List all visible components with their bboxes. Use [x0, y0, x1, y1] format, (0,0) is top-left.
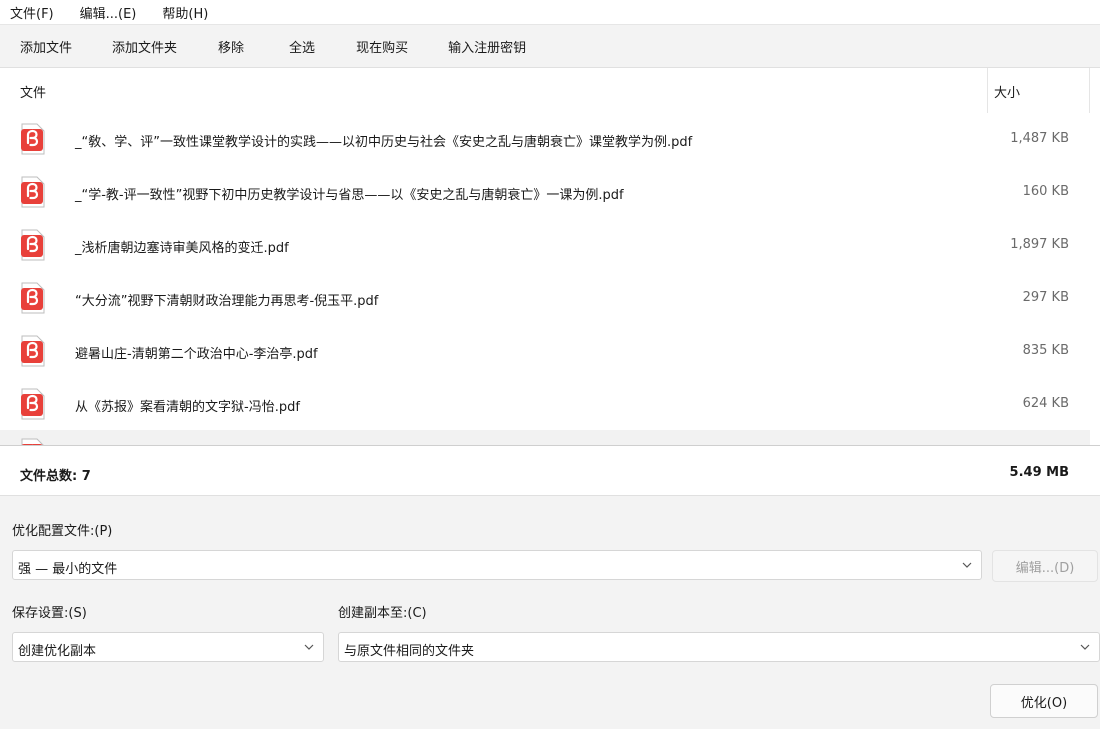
remove-button[interactable]: 移除 [218, 37, 244, 56]
edit-profile-button[interactable]: 编辑...(D) [992, 550, 1098, 582]
file-rows: _“敎、学、评”一致性课堂教学设计的实践——以初中历史与社会《安史之乱与唐朝衰亡… [0, 114, 1090, 432]
chevron-down-icon [1080, 644, 1090, 650]
table-row[interactable]: _浅析唐朝边塞诗审美风格的变迁.pdf 1,897 KB [0, 220, 1090, 273]
profile-label: 优化配置文件:(P) [12, 524, 113, 539]
chevron-down-icon [304, 644, 314, 650]
copy-to-label: 创建副本至:(C) [338, 606, 427, 621]
file-count: 文件总数: 7 [20, 469, 91, 484]
chevron-down-icon [962, 562, 972, 568]
pdf-file-icon [21, 229, 45, 261]
file-size: 160 KB [1022, 184, 1069, 199]
vertical-scrollbar[interactable] [1090, 68, 1100, 446]
menu-bar: 文件(F) 编辑...(E) 帮助(H) [0, 0, 1100, 24]
column-divider[interactable] [987, 68, 988, 113]
table-row[interactable]: 从《苏报》案看清朝的文字狱-冯怡.pdf 624 KB [0, 379, 1090, 432]
copy-to-select[interactable]: 与原文件相同的文件夹 [338, 632, 1100, 662]
partial-row-highlight[interactable] [0, 430, 1090, 446]
profile-select-value: 强 — 最小的文件 [18, 562, 118, 577]
save-settings-value: 创建优化副本 [18, 644, 97, 659]
list-header: 文件 大小 [0, 68, 1090, 113]
file-name: _浅析唐朝边塞诗审美风格的变迁.pdf [75, 241, 289, 256]
file-name: _“敎、学、评”一致性课堂教学设计的实践——以初中历史与社会《安史之乱与唐朝衰亡… [75, 135, 693, 150]
save-settings-label: 保存设置:(S) [12, 606, 87, 621]
optimize-button[interactable]: 优化(O) [990, 684, 1098, 718]
summary-bar: 文件总数: 7 5.49 MB [0, 446, 1100, 496]
copy-to-value: 与原文件相同的文件夹 [344, 644, 475, 659]
table-row[interactable]: _“学-教-评一致性”视野下初中历史教学设计与省思——以《安史之乱与唐朝衰亡》一… [0, 167, 1090, 220]
column-header-size[interactable]: 大小 [994, 82, 1020, 101]
pdf-file-icon [21, 123, 45, 155]
file-size: 835 KB [1022, 343, 1069, 358]
file-name: 从《苏报》案看清朝的文字狱-冯怡.pdf [75, 400, 300, 415]
file-size: 624 KB [1022, 396, 1069, 411]
menu-file[interactable]: 文件(F) [10, 3, 54, 22]
profile-select[interactable]: 强 — 最小的文件 [12, 550, 982, 580]
pdf-file-icon [21, 335, 45, 367]
add-folder-button[interactable]: 添加文件夹 [112, 37, 177, 56]
file-size: 297 KB [1022, 290, 1069, 305]
total-size: 5.49 MB [1009, 465, 1069, 480]
menu-edit[interactable]: 编辑...(E) [80, 3, 137, 22]
file-name: “大分流”视野下清朝财政治理能力再思考-倪玉平.pdf [75, 294, 379, 309]
table-row[interactable]: _“敎、学、评”一致性课堂教学设计的实践——以初中历史与社会《安史之乱与唐朝衰亡… [0, 114, 1090, 167]
column-header-file[interactable]: 文件 [20, 82, 46, 101]
table-row[interactable]: “大分流”视野下清朝财政治理能力再思考-倪玉平.pdf 297 KB [0, 273, 1090, 326]
select-all-button[interactable]: 全选 [289, 37, 315, 56]
file-size: 1,897 KB [1010, 237, 1069, 252]
save-settings-select[interactable]: 创建优化副本 [12, 632, 324, 662]
pdf-file-icon [21, 282, 45, 314]
toolbar: 添加文件 添加文件夹 移除 全选 现在购买 输入注册密钥 [0, 24, 1100, 68]
table-row[interactable]: 避暑山庄-清朝第二个政治中心-李治亭.pdf 835 KB [0, 326, 1090, 379]
pdf-file-icon [21, 388, 45, 420]
file-list[interactable]: 文件 大小 _“敎、学、评”一致性课堂教学设计的实践——以初中历史与社会《安史之… [0, 68, 1100, 446]
file-name: 避暑山庄-清朝第二个政治中心-李治亭.pdf [75, 347, 318, 362]
file-size: 1,487 KB [1010, 131, 1069, 146]
pdf-file-icon [21, 176, 45, 208]
add-file-button[interactable]: 添加文件 [20, 37, 72, 56]
enter-license-key-button[interactable]: 输入注册密钥 [448, 37, 526, 56]
menu-help[interactable]: 帮助(H) [162, 3, 208, 22]
file-name: _“学-教-评一致性”视野下初中历史教学设计与省思——以《安史之乱与唐朝衰亡》一… [75, 188, 624, 203]
buy-now-button[interactable]: 现在购买 [356, 37, 408, 56]
